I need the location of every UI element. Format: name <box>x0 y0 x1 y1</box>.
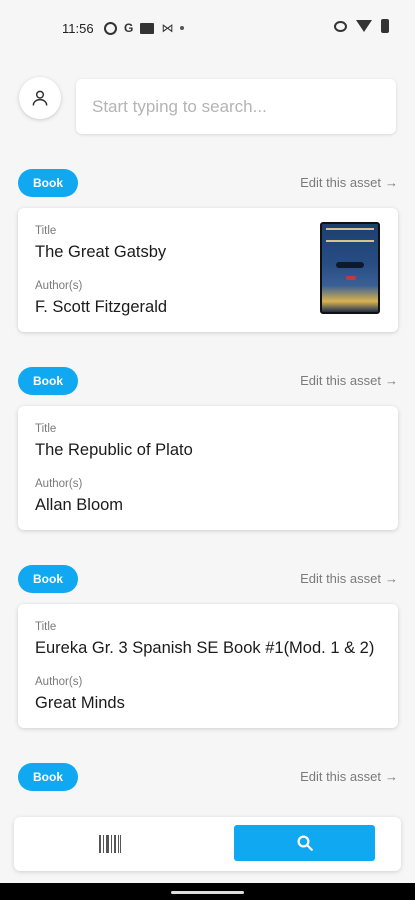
google-icon: G <box>124 21 134 35</box>
asset-type-badge: Book <box>18 763 78 791</box>
edit-asset-link[interactable]: Edit this asset → <box>300 769 398 784</box>
gmail-icon: ⋈ <box>161 21 174 35</box>
asset-type-badge: Book <box>18 367 78 395</box>
dot-icon <box>180 26 185 30</box>
authors-label: Author(s) <box>35 280 83 292</box>
search-tab-button[interactable] <box>234 825 375 861</box>
edit-asset-label: Edit this asset <box>300 571 381 586</box>
asset-title: Eureka Gr. 3 Spanish SE Book #1(Mod. 1 &… <box>35 639 375 657</box>
edit-asset-label: Edit this asset <box>300 769 381 784</box>
title-label: Title <box>35 225 57 237</box>
asset-authors: Great Minds <box>35 694 125 712</box>
asset-authors: Allan Bloom <box>35 496 124 514</box>
circle-status-icon <box>104 21 117 35</box>
message-icon <box>140 22 155 34</box>
edit-asset-link[interactable]: Edit this asset → <box>300 571 398 586</box>
asset-card[interactable]: Title Eureka Gr. 3 Spanish SE Book #1(Mo… <box>18 604 398 728</box>
eye-icon <box>334 20 347 32</box>
asset-title: The Republic of Plato <box>35 441 193 459</box>
person-icon <box>32 90 48 106</box>
status-notification-icons: G ⋈ <box>104 20 185 36</box>
asset-type-badge: Book <box>18 169 78 197</box>
search-box[interactable] <box>76 79 396 134</box>
asset-title: The Great Gatsby <box>35 243 167 261</box>
asset-header: Book Edit this asset → <box>18 169 398 199</box>
title-label: Title <box>35 621 57 633</box>
scan-tab-button[interactable] <box>50 825 170 863</box>
app-screen: 11:56 G ⋈ Book Edit this asset → <box>0 0 415 900</box>
asset-card[interactable]: Title The Great Gatsby Author(s) F. Scot… <box>18 208 398 332</box>
book-cover-image <box>320 222 380 314</box>
asset-item: Book Edit this asset → Title Eureka Gr. … <box>18 565 398 728</box>
asset-item: Book Edit this asset → Title The Republi… <box>18 367 398 530</box>
status-time: 11:56 <box>62 21 94 36</box>
edit-asset-link[interactable]: Edit this asset → <box>300 373 398 388</box>
edit-asset-label: Edit this asset <box>300 373 381 388</box>
authors-label: Author(s) <box>35 478 83 490</box>
asset-authors: F. Scott Fitzgerald <box>35 298 168 316</box>
arrow-right-icon: → <box>385 769 398 784</box>
bottom-navigation <box>14 817 401 871</box>
asset-item: Book Edit this asset → Title The Great G… <box>18 169 398 332</box>
search-input[interactable] <box>92 96 382 117</box>
home-gesture-handle[interactable] <box>171 891 244 894</box>
title-label: Title <box>35 423 57 435</box>
asset-header: Book Edit this asset → <box>18 367 398 397</box>
barcode-icon <box>99 835 121 853</box>
profile-button[interactable] <box>19 77 61 119</box>
asset-item: Book Edit this asset → <box>18 763 398 793</box>
asset-card[interactable]: Title The Republic of Plato Author(s) Al… <box>18 406 398 530</box>
search-icon <box>297 835 313 851</box>
authors-label: Author(s) <box>35 676 83 688</box>
battery-icon <box>381 19 389 33</box>
edit-asset-link[interactable]: Edit this asset → <box>300 175 398 190</box>
status-system-icons <box>334 19 389 33</box>
arrow-right-icon: → <box>385 373 398 388</box>
arrow-right-icon: → <box>385 175 398 190</box>
asset-header: Book Edit this asset → <box>18 565 398 595</box>
edit-asset-label: Edit this asset <box>300 175 381 190</box>
wifi-icon <box>356 20 372 32</box>
arrow-right-icon: → <box>385 571 398 586</box>
system-navigation-bar <box>0 883 415 900</box>
asset-type-badge: Book <box>18 565 78 593</box>
status-bar: 11:56 G ⋈ <box>0 0 415 58</box>
asset-header: Book Edit this asset → <box>18 763 398 793</box>
